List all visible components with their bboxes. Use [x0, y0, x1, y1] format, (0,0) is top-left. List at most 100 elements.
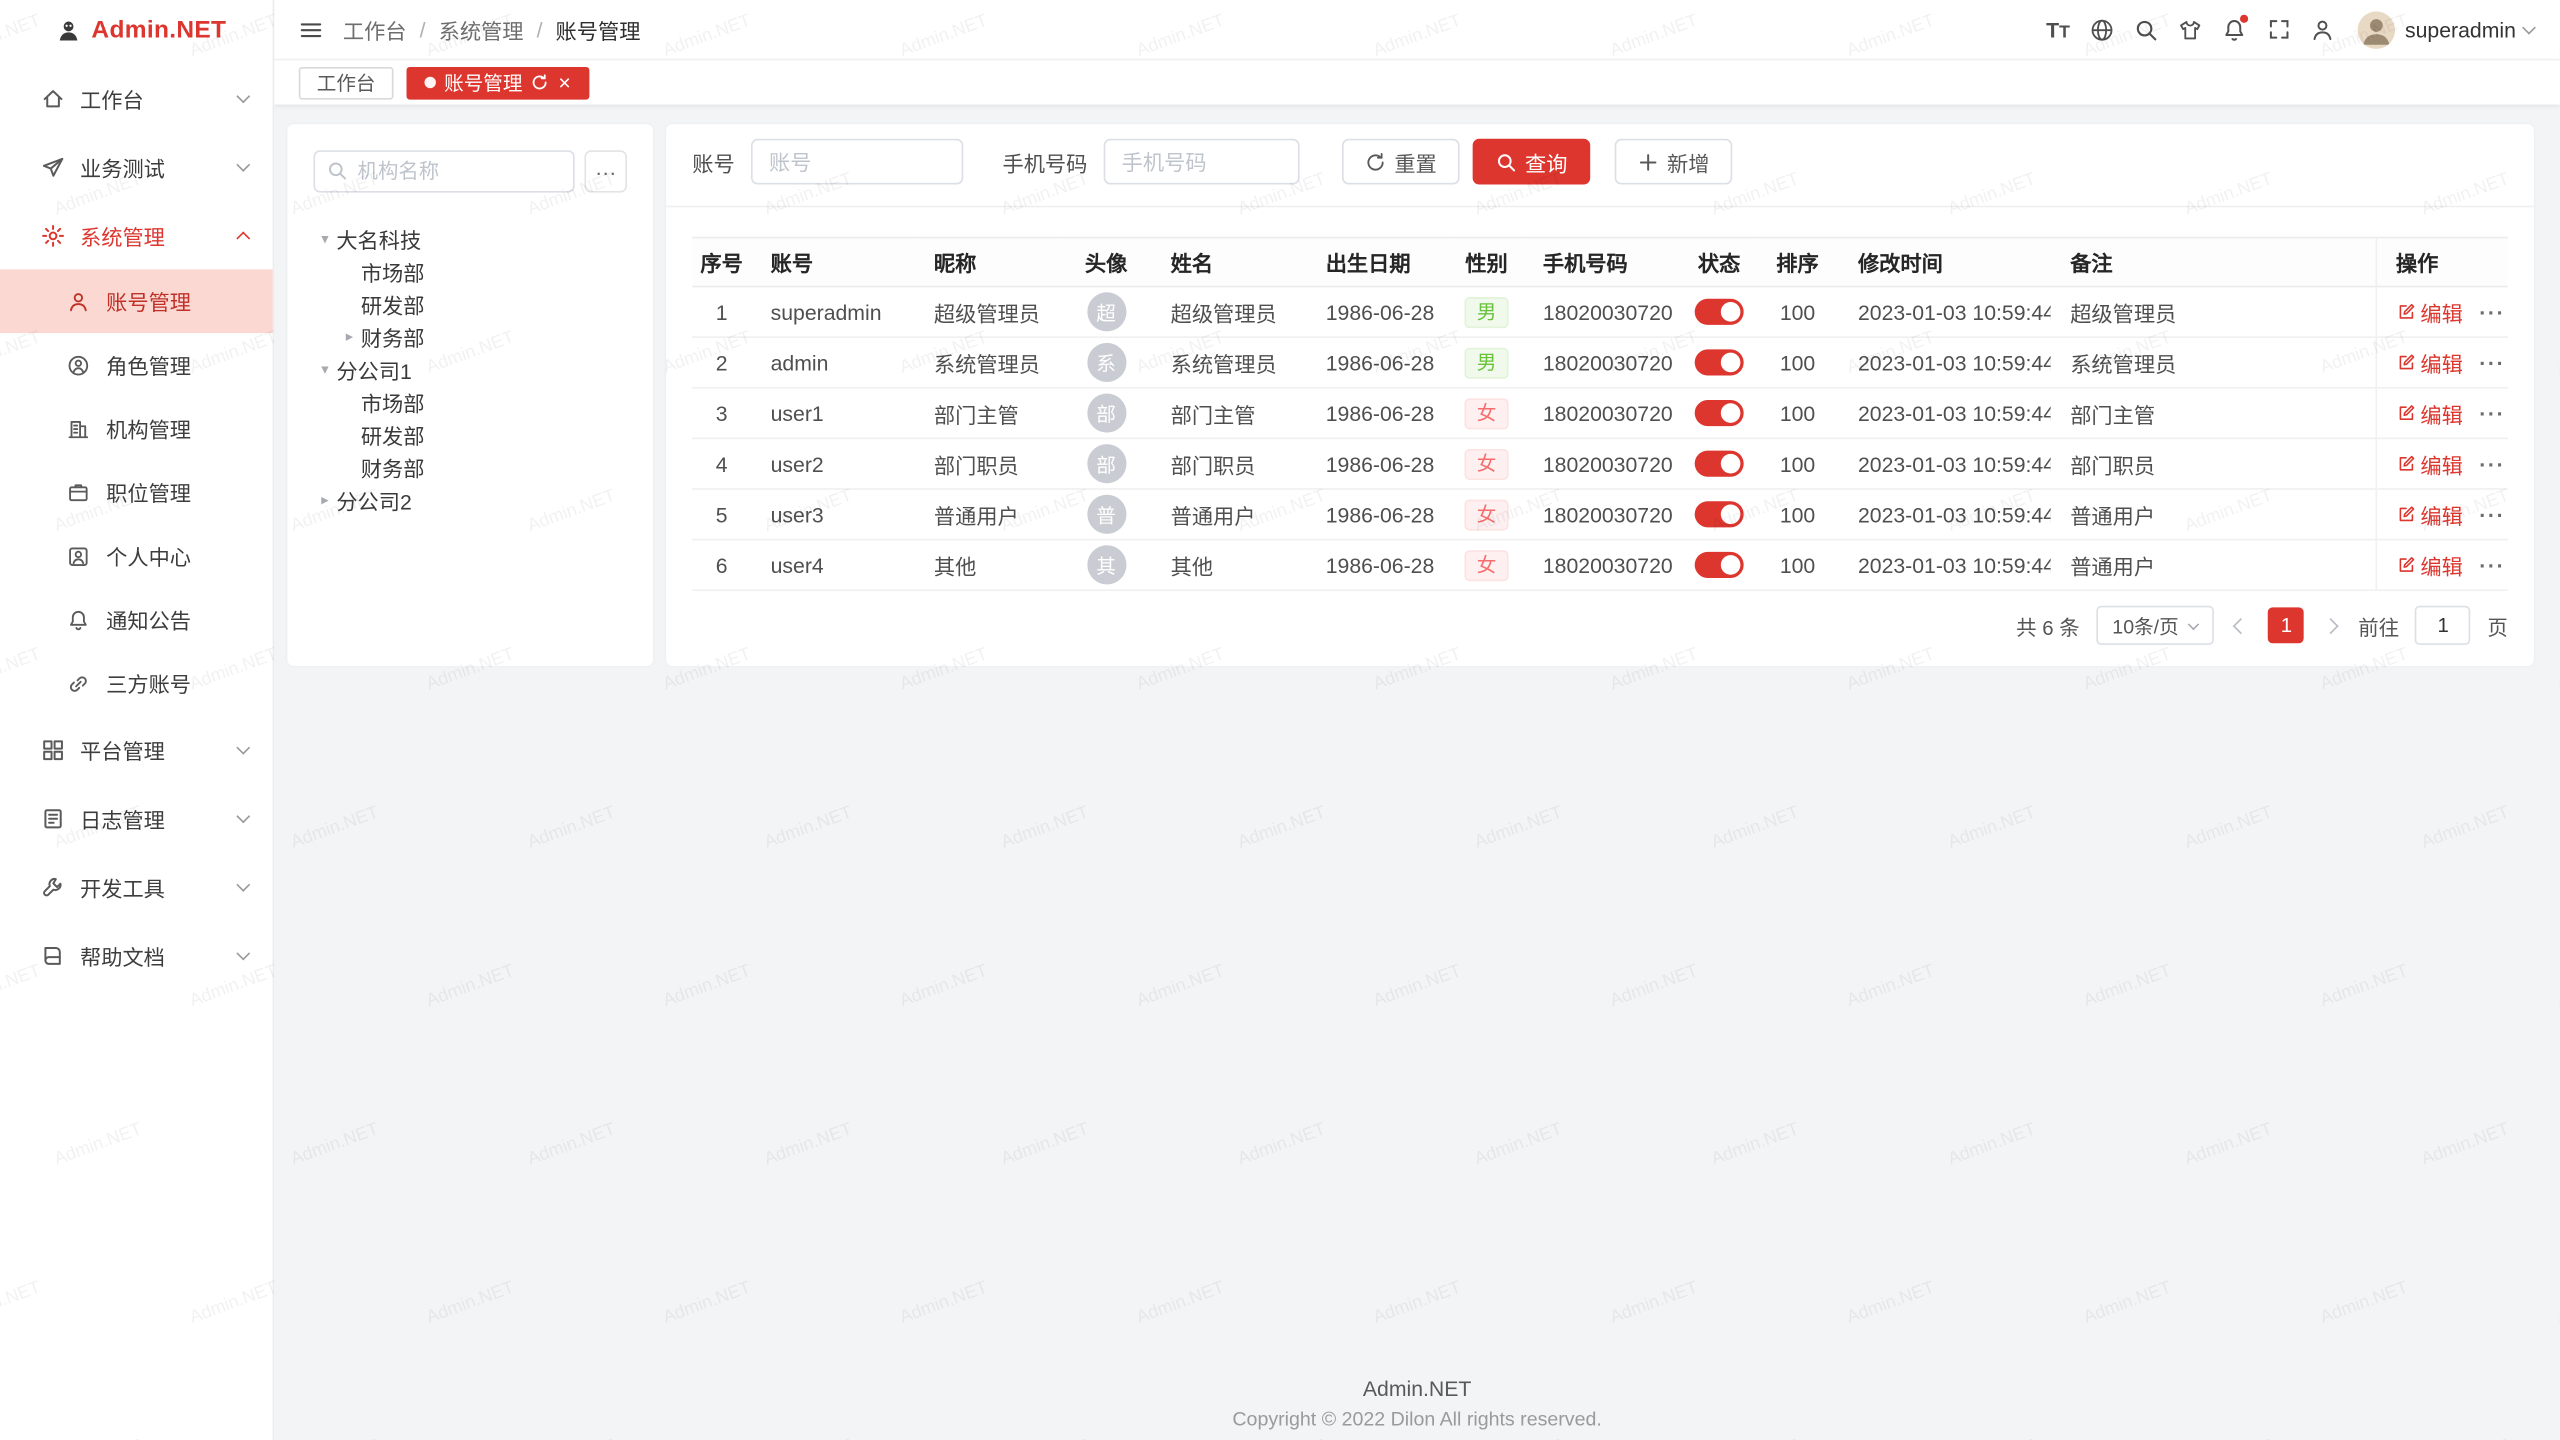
gear-icon [41, 223, 65, 247]
account-input[interactable] [751, 139, 963, 185]
phone-label: 手机号码 [1002, 146, 1087, 177]
sidebar-item-org-management[interactable]: 机构管理 [0, 397, 273, 461]
tab-refresh-icon[interactable] [531, 73, 549, 91]
breadcrumb-item-system[interactable]: 系统管理 [439, 14, 524, 45]
phone-input[interactable] [1104, 139, 1300, 185]
status-toggle[interactable] [1695, 400, 1744, 426]
edit-icon [2396, 454, 2416, 474]
tree-node[interactable]: 研发部 [338, 418, 627, 451]
tab-close-icon[interactable]: × [558, 72, 570, 93]
edit-button[interactable]: 编辑 [2396, 398, 2463, 429]
edit-button[interactable]: 编辑 [2396, 549, 2463, 580]
status-toggle[interactable] [1695, 451, 1744, 477]
sidebar-item-platform-management[interactable]: 平台管理 [0, 715, 273, 784]
tree-node[interactable]: 市场部 [338, 255, 627, 288]
sidebar-item-account-management[interactable]: 账号管理 [0, 269, 273, 333]
status-toggle[interactable] [1695, 350, 1744, 376]
search-icon[interactable] [2124, 0, 2168, 60]
language-icon[interactable] [2080, 0, 2124, 60]
search-button[interactable]: 查询 [1473, 139, 1591, 185]
goto-page-input[interactable] [2415, 606, 2471, 645]
username[interactable]: superadmin [2405, 17, 2516, 41]
next-page-button[interactable] [2321, 620, 2342, 631]
caret-right-icon[interactable]: ▸ [338, 327, 361, 345]
sidebar-item-dev-tools[interactable]: 开发工具 [0, 852, 273, 921]
sidebar-item-label: 三方账号 [106, 668, 248, 699]
theme-icon[interactable] [2168, 0, 2212, 60]
app-logo[interactable]: Admin.NET [0, 0, 273, 60]
tree-node[interactable]: ▾分公司1 [313, 353, 626, 386]
caret-down-icon[interactable]: ▾ [313, 360, 336, 378]
status-toggle[interactable] [1695, 299, 1744, 325]
status-toggle[interactable] [1695, 552, 1744, 578]
breadcrumb-separator: / [420, 17, 426, 41]
tree-node[interactable]: 研发部 [338, 287, 627, 320]
breadcrumb-item-workbench[interactable]: 工作台 [343, 14, 407, 45]
org-more-button[interactable]: ··· [584, 150, 626, 192]
more-actions-button[interactable]: ··· [2479, 451, 2505, 475]
cell-avatar: 部 [1061, 438, 1151, 489]
caret-down-icon[interactable]: ▾ [313, 229, 336, 247]
column-header: 状态 [1682, 238, 1757, 287]
sidebar-item-role-management[interactable]: 角色管理 [0, 333, 273, 397]
more-actions-button[interactable]: ··· [2479, 300, 2505, 324]
tree-node[interactable]: 市场部 [338, 385, 627, 418]
user-avatar[interactable] [2358, 11, 2396, 49]
more-actions-button[interactable]: ··· [2479, 401, 2505, 425]
column-header: 手机号码 [1523, 238, 1681, 287]
menu-collapse-icon[interactable] [299, 17, 323, 41]
more-actions-button[interactable]: ··· [2479, 350, 2505, 374]
tree-node[interactable]: ▸分公司2 [313, 483, 626, 516]
cell-index: 4 [692, 438, 751, 489]
sidebar-item-business-test[interactable]: 业务测试 [0, 132, 273, 201]
tab-account-management[interactable]: 账号管理 × [407, 66, 589, 99]
page-size-select[interactable]: 10条/页 [2096, 606, 2215, 645]
more-actions-button[interactable]: ··· [2479, 553, 2505, 577]
log-icon [41, 806, 65, 830]
tree-node[interactable]: 财务部 [338, 451, 627, 484]
edit-button[interactable]: 编辑 [2396, 499, 2463, 530]
cell-phone: 18020030720 [1523, 337, 1681, 388]
fullscreen-icon[interactable] [2256, 0, 2300, 60]
font-size-icon[interactable]: TT [2036, 0, 2080, 60]
org-panel: ··· ▾大名科技市场部研发部▸财务部▾分公司1市场部研发部财务部▸分公司2 [287, 124, 653, 666]
prev-page-button[interactable] [2231, 620, 2252, 631]
topbar-actions: TT [2036, 0, 2534, 60]
sidebar-item-log-management[interactable]: 日志管理 [0, 784, 273, 853]
notification-badge [2240, 14, 2248, 22]
breadcrumb-item-account[interactable]: 账号管理 [556, 14, 641, 45]
edit-button-label: 编辑 [2420, 448, 2462, 479]
tree-node[interactable]: ▾大名科技 [313, 222, 626, 255]
sidebar-item-third-party-account[interactable]: 三方账号 [0, 651, 273, 715]
sidebar-item-position-management[interactable]: 职位管理 [0, 460, 273, 524]
column-header: 备注 [2051, 238, 2376, 287]
notification-bell-icon[interactable] [2212, 0, 2256, 60]
cell-actions: 编辑 ··· [2376, 438, 2508, 489]
tab-workbench[interactable]: 工作台 [299, 66, 394, 99]
edit-button[interactable]: 编辑 [2396, 448, 2463, 479]
edit-button[interactable]: 编辑 [2396, 347, 2463, 378]
cell-modified-time: 2023-01-03 10:59:44 [1838, 489, 2050, 540]
tree-node[interactable]: ▸财务部 [338, 320, 627, 353]
org-search-input[interactable] [313, 150, 574, 192]
more-actions-button[interactable]: ··· [2479, 502, 2505, 526]
reset-button[interactable]: 重置 [1342, 139, 1460, 185]
edit-button[interactable]: 编辑 [2396, 296, 2463, 327]
sidebar-item-label: 通知公告 [106, 604, 248, 635]
more-dots-icon: ··· [595, 159, 616, 183]
sidebar-item-notice-announcement[interactable]: 通知公告 [0, 588, 273, 652]
column-header: 排序 [1757, 238, 1839, 287]
cell-avatar: 普 [1061, 489, 1151, 540]
sidebar-item-help-docs[interactable]: 帮助文档 [0, 921, 273, 990]
profile-icon[interactable] [2301, 0, 2345, 60]
status-toggle[interactable] [1695, 502, 1744, 528]
cell-remark: 普通用户 [2051, 489, 2376, 540]
caret-right-icon[interactable]: ▸ [313, 491, 336, 509]
sidebar-item-workbench[interactable]: 工作台 [0, 64, 273, 133]
sidebar-item-personal-center[interactable]: 个人中心 [0, 524, 273, 588]
add-button[interactable]: 新增 [1615, 139, 1733, 185]
current-page-button[interactable]: 1 [2269, 607, 2305, 643]
sidebar-item-system-management[interactable]: 系统管理 [0, 201, 273, 270]
org-icon [67, 416, 91, 440]
account-label: 账号 [692, 146, 734, 177]
